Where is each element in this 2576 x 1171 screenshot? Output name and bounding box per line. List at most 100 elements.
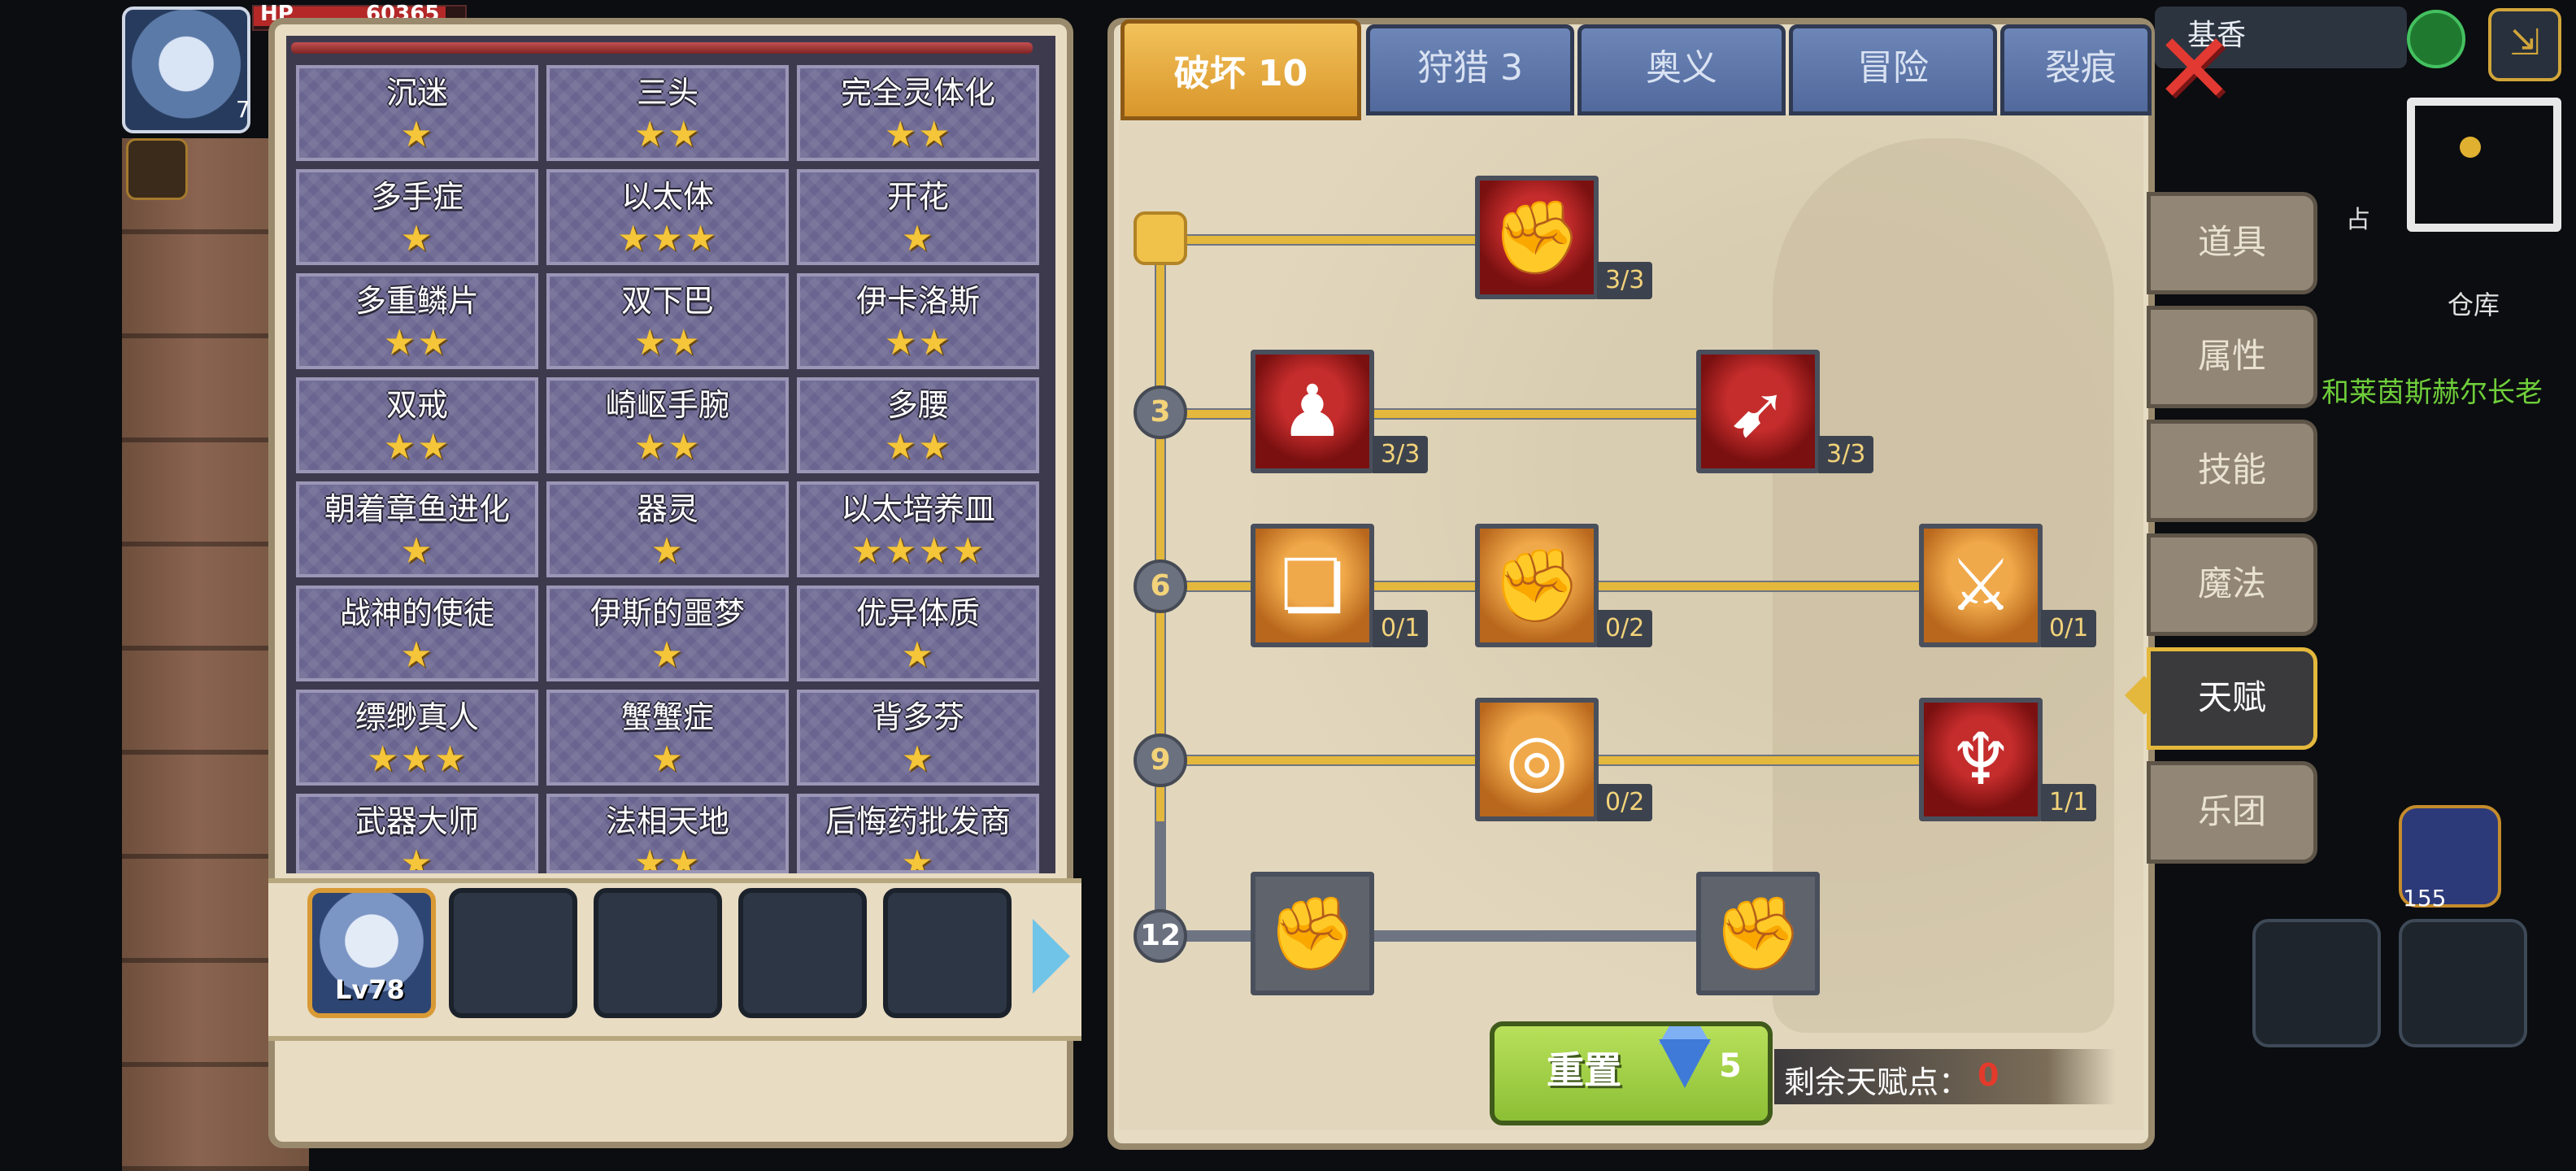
party-slot-empty[interactable] [449, 888, 577, 1018]
tier-node-0 [1134, 211, 1187, 265]
skill-quick-icon[interactable] [126, 138, 188, 200]
trait-card[interactable]: 朝着章鱼进化 ★ [296, 481, 538, 577]
skill-count: 0/2 [1597, 784, 1653, 821]
tab-adventure[interactable]: 冒险 [1789, 24, 1997, 115]
panel-header-bar [291, 42, 1033, 54]
party-slot-empty[interactable] [738, 888, 867, 1018]
tree-branch [1163, 930, 1703, 942]
skill-muscle-body[interactable]: ♟ [1251, 350, 1374, 473]
skill-locked-fist[interactable]: ✊ [1251, 872, 1374, 995]
trait-card[interactable]: 缥缈真人 ★★★ [296, 690, 538, 786]
trait-card[interactable]: 多重鳞片 ★★ [296, 273, 538, 369]
tab-items[interactable]: 道具 [2147, 192, 2317, 294]
tab-skills[interactable]: 技能 [2147, 420, 2317, 522]
tab-attributes[interactable]: 属性 [2147, 306, 2317, 408]
trait-card[interactable]: 后悔药批发商 ★ [797, 794, 1039, 873]
bow-icon[interactable] [2399, 919, 2527, 1047]
party-slot-empty[interactable] [883, 888, 1012, 1018]
exit-icon[interactable]: ⇲ [2488, 8, 2561, 81]
star-icon: ★ [651, 530, 685, 572]
skill-count: 3/3 [1818, 436, 1874, 473]
star-icon: ★ [901, 738, 935, 780]
trait-card[interactable]: 背多芬 ★ [797, 690, 1039, 786]
trait-card[interactable]: 多手症 ★ [296, 169, 538, 265]
tier-node-12: 12 [1134, 909, 1187, 963]
star-icon: ★★ [633, 426, 702, 468]
party-slot-empty[interactable] [594, 888, 722, 1018]
skill-locked-fist[interactable]: ✊ [1696, 872, 1820, 995]
trait-card[interactable]: 崎岖手腕 ★★ [546, 377, 789, 473]
fist-icon: ✊ [1268, 891, 1357, 975]
star-icon: ★ [901, 842, 935, 873]
trait-card[interactable]: 器灵 ★ [546, 481, 789, 577]
skill-blade-splash[interactable]: ⚔ [1919, 524, 2043, 647]
skill-count: 3/3 [1373, 436, 1429, 473]
tier-node-3: 3 [1134, 385, 1187, 439]
star-icon: ★ [400, 218, 434, 259]
blade-splash-icon: ⚔ [1948, 543, 2013, 627]
power-fist-icon: ✊ [1492, 543, 1582, 627]
party-hero-level: Lv78 [335, 974, 405, 1005]
fist-icon: ✊ [1713, 891, 1803, 975]
skill-demon-wings[interactable]: ♆ [1919, 698, 2043, 821]
trait-card[interactable]: 优异体质 ★ [797, 586, 1039, 681]
trait-card[interactable]: 开花 ★ [797, 169, 1039, 265]
trait-card[interactable]: 法相天地 ★★ [546, 794, 789, 873]
star-icon: ★★ [633, 322, 702, 363]
skill-arrow-slash[interactable]: ➹ [1696, 350, 1820, 473]
star-icon: ★★ [884, 426, 952, 468]
minimap[interactable] [2407, 98, 2561, 232]
star-icon: ★★ [383, 322, 451, 363]
muscle-body-icon: ♟ [1280, 369, 1345, 453]
star-icon: ★ [400, 842, 434, 873]
skill-power-fist[interactable]: ✊ [1475, 524, 1599, 647]
player-portrait[interactable] [122, 7, 250, 133]
sword-icon[interactable] [2252, 919, 2381, 1047]
star-icon: ★★ [884, 114, 952, 155]
tab-hunt[interactable]: 狩猎 3 [1366, 24, 1574, 115]
trait-card[interactable]: 战神的使徒 ★ [296, 586, 538, 681]
arm-wrestle-icon: ✊ [1492, 195, 1582, 279]
skill-count: 3/3 [1597, 262, 1653, 299]
trait-card[interactable]: 蟹蟹症 ★ [546, 690, 789, 786]
trait-card[interactable]: 伊卡洛斯 ★★ [797, 273, 1039, 369]
globe-icon[interactable] [2407, 10, 2465, 68]
shop-tag: 占 [2346, 206, 2370, 234]
warehouse-label: 仓库 [2448, 289, 2500, 320]
trait-card[interactable]: 武器大师 ★ [296, 794, 538, 873]
trait-card[interactable]: 三头 ★★ [546, 65, 789, 161]
skill-arm-wrestle[interactable]: ✊ [1475, 176, 1599, 299]
trait-card[interactable]: 双下巴 ★★ [546, 273, 789, 369]
star-icon: ★★★ [366, 738, 468, 780]
star-icon: ★★ [633, 842, 702, 873]
star-icon: ★★★★ [851, 530, 986, 572]
ring-orb-icon: ◎ [1505, 717, 1569, 801]
player-level: 7 [236, 96, 250, 123]
tab-mystery[interactable]: 奥义 [1577, 24, 1786, 115]
close-icon[interactable]: ✕ [2153, 21, 2235, 119]
card-spin-icon: ❏ [1280, 543, 1345, 627]
tab-rift[interactable]: 裂痕 [2000, 24, 2152, 115]
remaining-points-value: 0 [1978, 1057, 1999, 1093]
tab-magic[interactable]: 魔法 [2147, 533, 2317, 636]
trait-card[interactable]: 完全灵体化 ★★ [797, 65, 1039, 161]
trait-card[interactable]: 以太培养皿 ★★★★ [797, 481, 1039, 577]
trait-card[interactable]: 双戒 ★★ [296, 377, 538, 473]
star-icon: ★ [901, 634, 935, 676]
trait-card[interactable]: 沉迷 ★ [296, 65, 538, 161]
tab-talent[interactable]: 天赋 [2147, 647, 2317, 750]
skill-ring-orb[interactable]: ◎ [1475, 698, 1599, 821]
remaining-points-label: 剩余天赋点： [1784, 1064, 1970, 1100]
tab-band[interactable]: 乐团 [2147, 761, 2317, 864]
skill-count: 1/1 [2041, 784, 2097, 821]
trait-card[interactable]: 多腰 ★★ [797, 377, 1039, 473]
skill-count: 0/1 [1373, 610, 1429, 647]
star-icon: ★★ [884, 322, 952, 363]
demon-wings-icon: ♆ [1948, 717, 2013, 801]
trait-card[interactable]: 以太体 ★★★ [546, 169, 789, 265]
gem-icon-body [1659, 1039, 1711, 1088]
tab-destroy[interactable]: 破坏 10 [1120, 20, 1361, 120]
next-arrow-icon[interactable] [1033, 919, 1070, 994]
trait-card[interactable]: 伊斯的噩梦 ★ [546, 586, 789, 681]
skill-card-spin[interactable]: ❏ [1251, 524, 1374, 647]
